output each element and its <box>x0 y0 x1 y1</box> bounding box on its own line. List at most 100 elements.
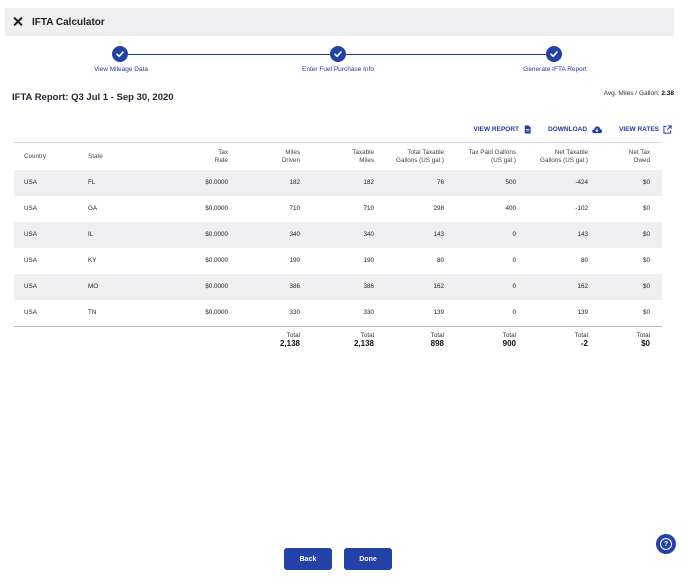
cell-miles-driven: 386 <box>289 283 300 290</box>
cell-net-taxable-gallons: 162 <box>577 283 588 290</box>
header-taxable-miles: Taxable Miles <box>352 149 374 164</box>
download-button[interactable]: DOWNLOAD <box>548 125 603 134</box>
cell-country: USA <box>24 231 37 238</box>
header-net-tax-owed: Net Tax Owed <box>628 149 650 164</box>
view-rates-link[interactable]: VIEW RATES <box>619 125 672 134</box>
cell-country: USA <box>24 257 37 264</box>
table-body: USA FL $0.0000 182 182 76 500 -424 $0 USA GA $0.000… <box>14 170 662 326</box>
header-tax-paid-gallons: Tax Paid Gallons (US gal.) <box>468 149 516 164</box>
header-miles-driven: Miles Driven <box>281 149 300 164</box>
cell-taxable-miles: 340 <box>363 231 374 238</box>
cell-taxable-miles: 710 <box>363 205 374 212</box>
done-button[interactable]: Done <box>344 548 392 570</box>
cell-tax-paid-gallons: 0 <box>512 283 516 290</box>
cell-tax-paid-gallons: 0 <box>512 231 516 238</box>
table-row: USA FL $0.0000 182 182 76 500 -424 $0 <box>14 170 662 196</box>
step-label-view-mileage[interactable]: View Mileage Data <box>94 66 148 73</box>
cell-state: FL <box>88 179 96 186</box>
cell-country: USA <box>24 205 37 212</box>
view-rates-label: VIEW RATES <box>619 126 659 133</box>
total-net-tax-owed: Total $0 <box>636 332 650 348</box>
avg-mpg-label: Avg. Miles / Gallon: <box>603 90 660 97</box>
table-header: Country State Tax Rate Miles Driven Taxabl… <box>14 142 662 170</box>
table-row: USA IL $0.0000 340 340 143 0 143 $0 <box>14 222 662 248</box>
download-label: DOWNLOAD <box>548 126 588 133</box>
cell-net-tax-owed: $0 <box>642 283 650 290</box>
header-country: Country <box>24 153 47 160</box>
cell-tax-paid-gallons: 0 <box>512 257 516 264</box>
cell-total-taxable-gallons: 298 <box>433 205 444 212</box>
cell-total-taxable-gallons: 162 <box>433 283 444 290</box>
total-taxable-miles: Total 2,138 <box>353 332 374 348</box>
cell-miles-driven: 190 <box>289 257 300 264</box>
cell-tax-paid-gallons: 0 <box>512 309 516 316</box>
help-button[interactable]: ? <box>656 534 676 554</box>
header-tax-rate: Tax Rate <box>214 149 228 164</box>
cell-net-tax-owed: $0 <box>642 205 650 212</box>
cell-net-tax-owed: $0 <box>642 309 650 316</box>
avg-mpg-value: 2.38 <box>661 90 674 97</box>
step-label-generate-report[interactable]: Generate IFTA Report <box>523 66 586 73</box>
progress-stepper: View Mileage Data Enter Fuel Purchase In… <box>0 46 688 86</box>
cell-total-taxable-gallons: 80 <box>436 257 444 264</box>
header-net-taxable-gallons: Net Taxable Gallons (US gal.) <box>540 149 588 164</box>
cell-net-taxable-gallons: 139 <box>577 309 588 316</box>
total-taxable-gallons: Total 898 <box>430 332 444 348</box>
cell-state: TN <box>88 309 97 316</box>
cell-miles-driven: 340 <box>289 231 300 238</box>
cell-net-tax-owed: $0 <box>642 179 650 186</box>
avg-mpg: Avg. Miles / Gallon: 2.38 <box>604 90 674 97</box>
total-miles-driven: Total 2,138 <box>279 332 300 348</box>
cell-net-taxable-gallons: -424 <box>575 179 588 186</box>
view-report-button[interactable]: VIEW REPORT <box>474 125 533 134</box>
back-button[interactable]: Back <box>284 548 332 570</box>
total-net-taxable-gallons: Total -2 <box>574 332 588 348</box>
cell-taxable-miles: 190 <box>363 257 374 264</box>
report-actions: VIEW REPORT DOWNLOAD VIEW RATES <box>474 125 672 134</box>
step-label-fuel-purchase[interactable]: Enter Fuel Purchase Info <box>302 66 374 73</box>
table-row: USA TN $0.0000 330 330 139 0 139 $0 <box>14 300 662 326</box>
step-complete-check-icon[interactable] <box>546 46 562 62</box>
cell-total-taxable-gallons: 76 <box>436 179 444 186</box>
top-bar: IFTA Calculator <box>5 8 674 36</box>
cell-tax-rate: $0.0000 <box>205 179 228 186</box>
header-total-taxable-gallons: Total Taxable Gallons (US gal.) <box>396 149 444 164</box>
cell-taxable-miles: 330 <box>363 309 374 316</box>
cell-tax-rate: $0.0000 <box>205 283 228 290</box>
header-state: State <box>88 153 103 160</box>
cell-state: GA <box>88 205 98 212</box>
cell-country: USA <box>24 179 37 186</box>
cell-state: MO <box>88 283 99 290</box>
ifta-report-table: Country State Tax Rate Miles Driven Taxabl… <box>14 142 662 360</box>
document-icon <box>524 125 531 134</box>
close-icon[interactable] <box>12 16 24 28</box>
step-complete-check-icon[interactable] <box>330 46 346 62</box>
help-icon: ? <box>660 538 672 550</box>
cell-net-tax-owed: $0 <box>642 257 650 264</box>
table-row: USA GA $0.0000 710 710 298 400 -102 $0 <box>14 196 662 222</box>
cell-state: KY <box>88 257 97 264</box>
cell-country: USA <box>24 283 37 290</box>
step-complete-check-icon[interactable] <box>112 46 128 62</box>
cell-tax-rate: $0.0000 <box>205 231 228 238</box>
cell-net-taxable-gallons: -102 <box>575 205 588 212</box>
cell-miles-driven: 182 <box>289 179 300 186</box>
report-title: IFTA Report: Q3 Jul 1 - Sep 30, 2020 <box>12 92 174 103</box>
cell-country: USA <box>24 309 37 316</box>
stepper-connector <box>346 54 546 55</box>
cell-net-tax-owed: $0 <box>642 231 650 238</box>
external-link-icon <box>663 125 672 134</box>
table-row: USA MO $0.0000 386 386 162 0 162 $0 <box>14 274 662 300</box>
cell-total-taxable-gallons: 143 <box>433 231 444 238</box>
cell-tax-paid-gallons: 400 <box>505 205 516 212</box>
cell-tax-rate: $0.0000 <box>205 257 228 264</box>
cell-tax-rate: $0.0000 <box>205 309 228 316</box>
total-tax-paid-gallons: Total 900 <box>502 332 516 348</box>
cell-tax-paid-gallons: 500 <box>505 179 516 186</box>
cell-taxable-miles: 386 <box>363 283 374 290</box>
cell-taxable-miles: 182 <box>363 179 374 186</box>
cell-net-taxable-gallons: 143 <box>577 231 588 238</box>
cell-tax-rate: $0.0000 <box>205 205 228 212</box>
table-row: USA KY $0.0000 190 190 80 0 80 $0 <box>14 248 662 274</box>
cell-miles-driven: 330 <box>289 309 300 316</box>
